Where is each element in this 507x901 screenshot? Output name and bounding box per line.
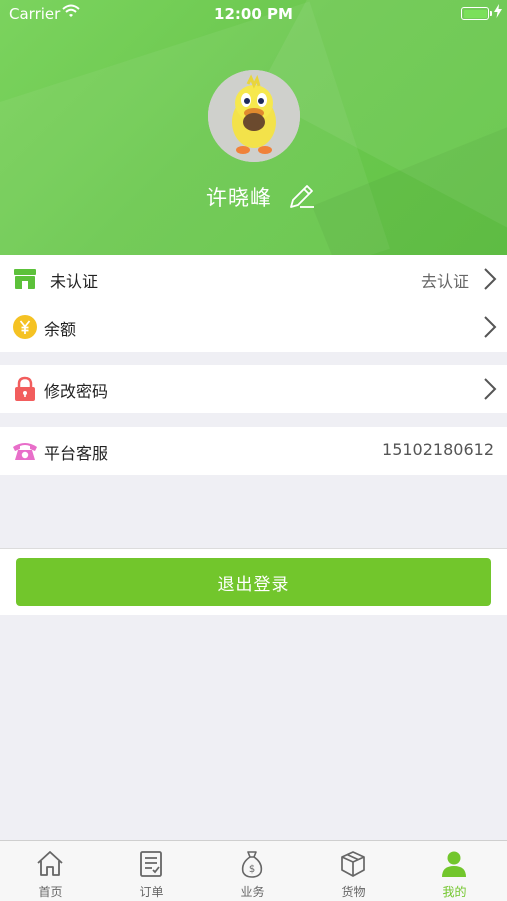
edit-pencil-icon[interactable] xyxy=(288,182,316,214)
balance-row[interactable]: 余额 xyxy=(0,303,507,351)
telephone-icon xyxy=(12,438,38,468)
tab-label: 首页 xyxy=(38,885,63,899)
tab-orders[interactable]: 订单 xyxy=(101,841,202,901)
money-bag-icon: $ xyxy=(237,849,267,883)
tab-label: 业务 xyxy=(240,885,265,899)
status-bar: Carrier 12:00 PM xyxy=(0,0,507,28)
profile-header: Carrier 12:00 PM 许晓峰 xyxy=(0,0,507,255)
tab-label: 货物 xyxy=(341,885,366,899)
verify-action[interactable]: 去认证 xyxy=(421,268,469,292)
yen-coin-icon xyxy=(12,314,38,344)
verify-row[interactable]: 未认证 去认证 xyxy=(0,255,507,303)
tab-home[interactable]: 首页 xyxy=(0,841,101,901)
change-password-row[interactable]: 修改密码 xyxy=(0,365,507,413)
customer-service-label: 平台客服 xyxy=(44,444,109,463)
tab-goods[interactable]: 货物 xyxy=(303,841,404,901)
username-row: 许晓峰 xyxy=(0,180,507,214)
change-password-label: 修改密码 xyxy=(44,382,109,401)
tab-bar: 首页 订单 $ 业务 货物 我的 xyxy=(0,840,507,901)
box-icon xyxy=(338,849,368,883)
order-list-icon xyxy=(136,849,166,883)
balance-label: 余额 xyxy=(44,320,77,339)
service-section: 平台客服 15102180612 xyxy=(0,427,507,475)
customer-service-row[interactable]: 平台客服 15102180612 xyxy=(0,427,507,475)
tab-business[interactable]: $ 业务 xyxy=(202,841,303,901)
logout-button[interactable]: 退出登录 xyxy=(16,558,491,606)
chevron-right-icon xyxy=(483,267,497,295)
tab-label: 我的 xyxy=(442,885,467,899)
lock-icon xyxy=(12,376,38,406)
store-icon xyxy=(12,266,38,296)
avatar[interactable] xyxy=(208,70,300,162)
account-section: 未认证 去认证 余额 xyxy=(0,255,507,352)
service-phone-number[interactable]: 15102180612 xyxy=(382,440,494,459)
security-section: 修改密码 xyxy=(0,365,507,413)
svg-text:$: $ xyxy=(249,864,255,875)
status-time: 12:00 PM xyxy=(214,5,293,23)
home-icon xyxy=(35,849,65,883)
tab-label: 订单 xyxy=(139,885,164,899)
chevron-right-icon xyxy=(483,315,497,343)
tab-mine[interactable]: 我的 xyxy=(404,841,505,901)
charging-icon xyxy=(494,4,502,22)
chevron-right-icon xyxy=(483,377,497,405)
person-icon xyxy=(439,849,469,883)
logout-area: 退出登录 xyxy=(0,548,507,615)
username: 许晓峰 xyxy=(206,186,272,210)
battery-icon xyxy=(461,7,492,20)
verify-label: 未认证 xyxy=(50,272,99,291)
